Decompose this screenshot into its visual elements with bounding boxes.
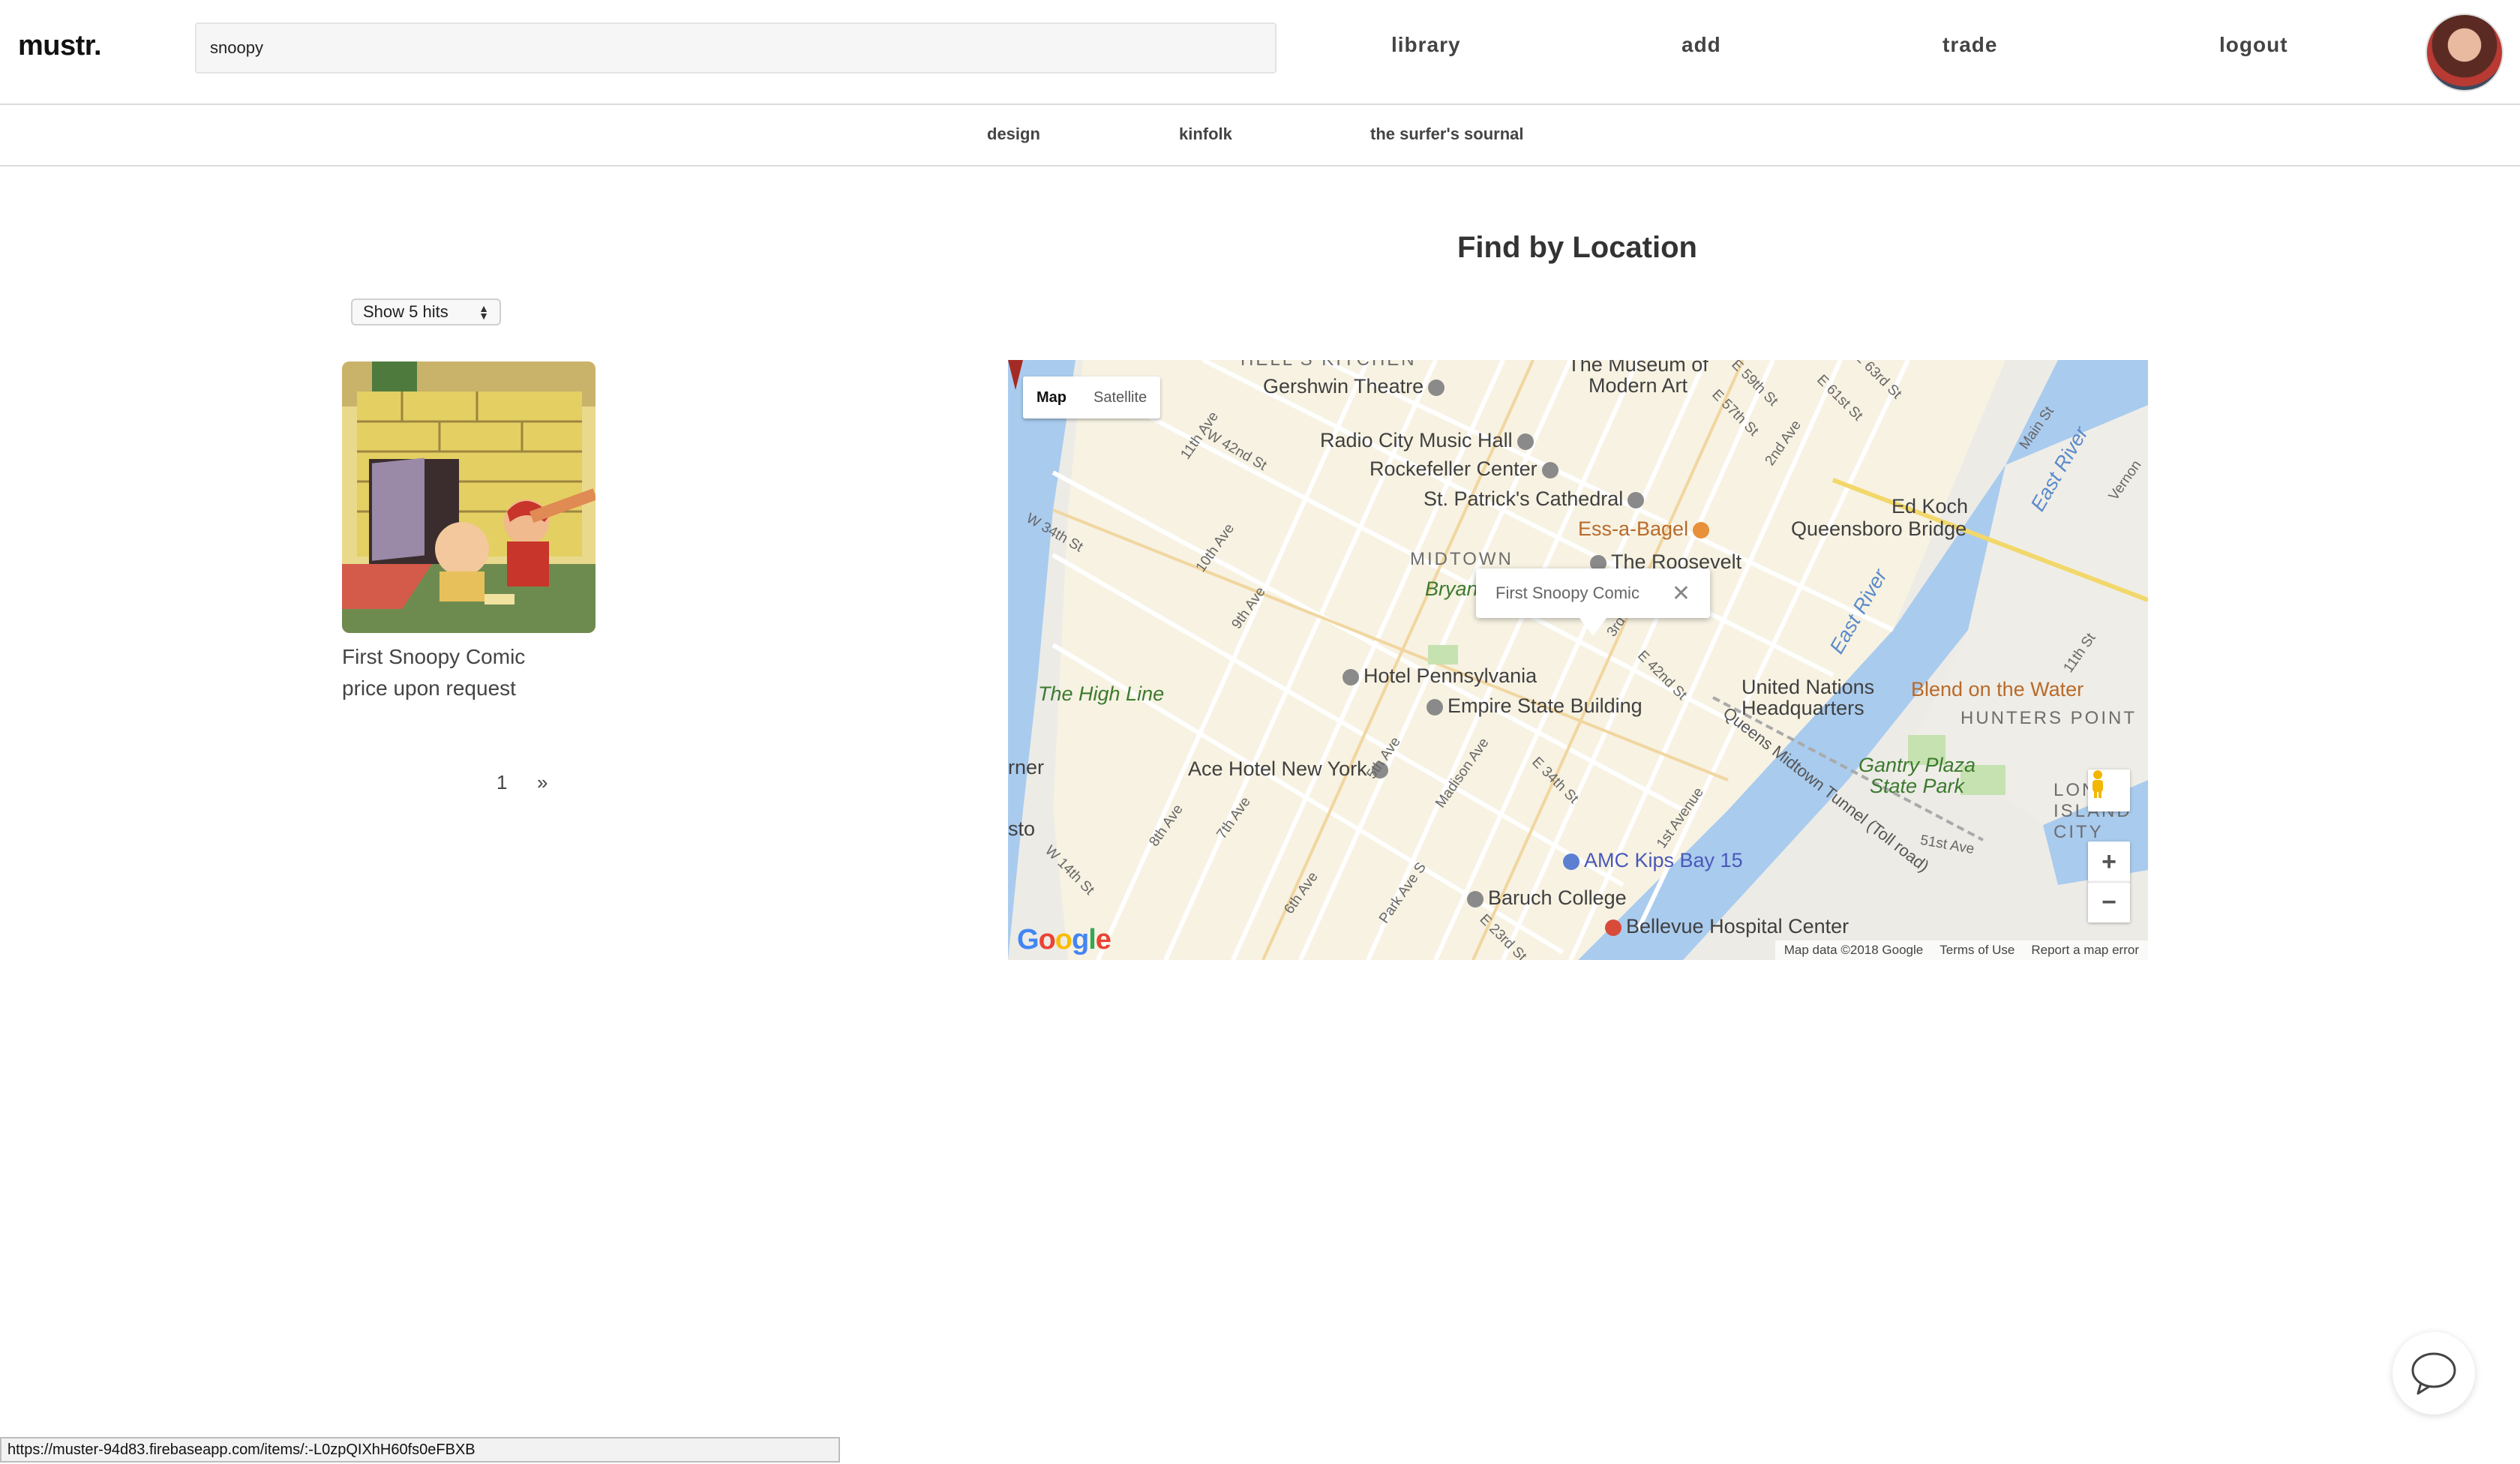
category-nav: design kinfolk the surfer's sournal [0,105,2520,166]
map-label: The Museum of Modern Art [1568,360,1708,397]
map-label: Blend on the Water [1911,678,2084,700]
map-label: MIDTOWN [1410,549,1514,569]
map-label: Bellevue Hospital Center [1600,915,1849,938]
map-label: Queensboro Bridge [1791,518,1967,540]
hits-per-page-select[interactable]: Show 5 hits ▲ ▼ [351,298,501,326]
pagination-next[interactable]: » [537,771,548,794]
map-type-control: Map Satellite [1023,376,1161,418]
pegman-icon[interactable] [2088,770,2130,812]
category-surfers-journal[interactable]: the surfer's sournal [1370,124,1524,144]
location-map[interactable]: HELL'S KITCHEN Gershwin Theatre The Muse… [1008,360,2148,960]
map-pin-icon[interactable] [1008,360,1023,390]
map-label: Bryan [1425,578,1478,600]
info-window-tail [1580,618,1606,636]
nav-logout[interactable]: logout [2219,33,2288,57]
map-label: Gantry Plaza State Park [1858,754,1976,797]
map-label: Ace Hotel New York [1188,758,1393,781]
close-icon[interactable]: ✕ [1672,580,1690,607]
map-attribution: Map data ©2018 Google Terms of Use Repor… [1774,940,2148,960]
chat-button[interactable] [2392,1332,2475,1414]
result-card[interactable]: First Snoopy Comic price upon request [342,362,597,700]
zoom-out-button[interactable]: − [2088,882,2130,922]
map-type-satellite[interactable]: Satellite [1080,376,1160,418]
google-logo[interactable]: Google [1017,924,1112,956]
category-kinfolk[interactable]: kinfolk [1179,124,1232,144]
map-data-credit: Map data ©2018 Google [1784,943,1924,957]
top-bar: mustr. library add trade logout [0,0,2520,105]
map-label: Rockefeller Center [1370,458,1563,481]
map-label: Ed Koch [1892,495,1969,518]
nav-trade[interactable]: trade [1942,33,1997,57]
map-label: Empire State Building [1422,694,1642,718]
map-label: sto [1008,818,1036,840]
map-label: Hotel Pennsylvania [1338,664,1537,688]
hits-select-label: Show 5 hits [363,302,448,321]
nav-add[interactable]: add [1682,33,1721,57]
logo[interactable]: mustr. [18,30,102,62]
map-label: Ess-a-Bagel [1578,518,1714,541]
map-info-window[interactable]: First Snoopy Comic ✕ [1476,568,1710,618]
nav-library[interactable]: library [1391,33,1461,57]
map-type-map[interactable]: Map [1023,376,1080,418]
map-label: HELL'S KITCHEN [1240,360,1417,370]
result-price: price upon request [342,676,516,700]
zoom-in-button[interactable]: + [2088,842,2130,882]
result-thumbnail[interactable] [342,362,596,633]
report-map-error-link[interactable]: Report a map error [2031,943,2139,958]
terms-of-use-link[interactable]: Terms of Use [1940,943,2014,958]
map-label: St. Patrick's Cathedral [1424,488,1648,511]
pagination-current[interactable]: 1 [496,771,507,794]
avatar[interactable] [2426,14,2504,92]
snoopy-comic-illustration [342,362,596,633]
chat-icon [2411,1352,2456,1395]
map-label: Baruch College [1462,886,1627,910]
select-arrows-icon: ▲ ▼ [478,302,489,322]
map-label: AMC Kips Bay 15 [1558,849,1743,872]
map-label: rner [1008,756,1045,778]
map-heading: Find by Location [1457,231,1697,264]
map-label: Radio City Music Hall [1320,429,1538,452]
info-window-title: First Snoopy Comic [1496,584,1640,602]
map-label: Gershwin Theatre [1263,375,1449,398]
map-label: The High Line [1038,682,1165,705]
search-input[interactable] [195,22,1276,74]
map-label: HUNTERS POINT [1960,708,2138,728]
map-label: United Nations Headquarters [1742,676,1875,719]
category-design[interactable]: design [987,124,1040,144]
result-title[interactable]: First Snoopy Comic [342,645,597,669]
status-url: https://muster-94d83.firebaseapp.com/ite… [0,1437,840,1462]
